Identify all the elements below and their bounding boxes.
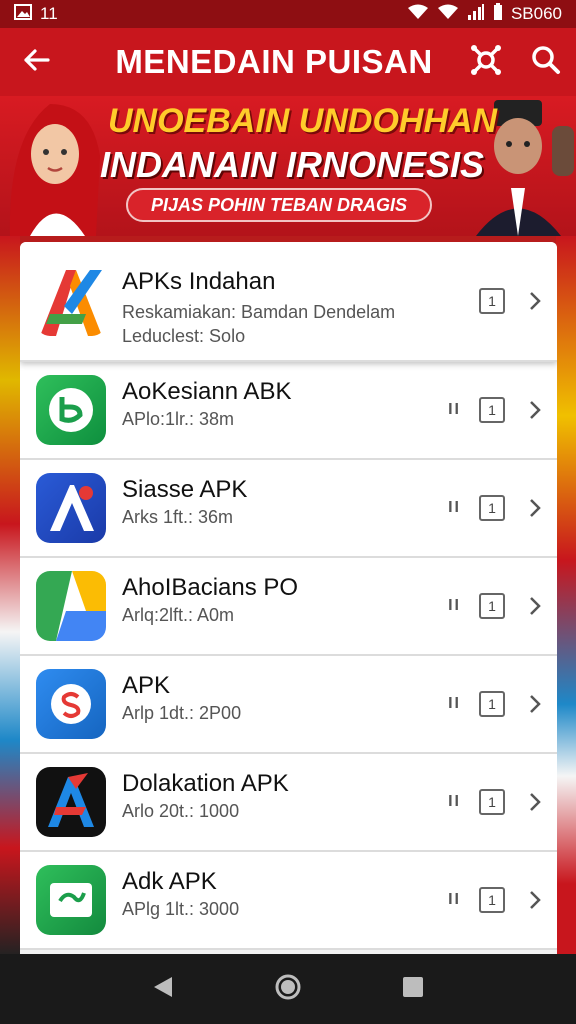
app-icon-a-tricolor [36,266,106,336]
battery-icon [493,2,503,26]
list-item[interactable]: Siasse APK Arks 1ft.: 36m II 1 [20,460,557,558]
count-badge: 1 [479,887,505,913]
count-badge: 1 [479,397,505,423]
list-item[interactable]: Dolakation APK Arlo 20t.: 1000 II 1 [20,754,557,852]
app-name: AhoIBacians PO [122,574,299,601]
banner-headline: UNOEBAIN UNDOHHAN [108,102,498,140]
square-recents-icon [402,976,424,1003]
background-decoration-right [556,236,576,956]
list-item-text: AoKesiann ABK APlo:1lr.: 38m [122,378,447,430]
home-circle-icon [274,973,302,1006]
chevron-right-icon [525,400,545,420]
triangle-back-icon [152,975,174,1004]
app-name: APK [122,672,171,699]
pause-icon[interactable]: II [448,695,461,713]
nav-back-button[interactable] [143,969,183,1009]
app-bar: MENEDAIN PUISAN [0,28,576,96]
pause-icon[interactable]: II [448,401,461,419]
status-right-text: SB060 [510,4,562,23]
banner-subheadline: INDANAIN IRNONESIS [100,144,485,185]
app-meta: Arks 1ft.: 36m [122,507,234,527]
woman-in-hijab-illustration [9,104,101,236]
chevron-right-icon [525,498,545,518]
count-badge: 1 [479,288,505,314]
signal-icon [467,3,485,25]
pause-icon[interactable]: II [448,499,461,517]
nav-home-button[interactable] [268,969,308,1009]
app-icon-dark-a [36,767,106,837]
system-nav-bar [0,954,576,1024]
list-item[interactable]: AhoIBacians PO Arlq:2lft.: A0m II 1 [20,558,557,656]
pause-icon[interactable]: II [448,793,461,811]
pause-icon[interactable]: II [448,891,461,909]
share-button[interactable] [456,28,516,96]
app-name: Dolakation APK [122,770,289,797]
app-list: APKs Indahan Reskamiakan: Bamdan Dendela… [20,242,557,954]
app-name: Adk APK [122,868,217,895]
app-icon-blue-s [36,669,106,739]
count-badge: 1 [479,495,505,521]
list-item-text: AhoIBacians PO Arlq:2lft.: A0m [122,574,447,626]
app-icon-drive [36,571,106,641]
share-network-icon [469,43,503,82]
app-name: APKs Indahan [122,268,276,295]
count-badge: 1 [479,691,505,717]
app-icon-green-b [36,375,106,445]
chevron-right-icon [525,596,545,616]
app-name: Siasse APK [122,476,248,503]
chevron-right-icon [525,291,545,311]
promo-banner[interactable]: UNOEBAIN UNDOHHAN INDANAIN IRNONESIS PIJ… [0,96,576,236]
list-item-text: Siasse APK Arks 1ft.: 36m [122,476,447,528]
list-item-text: Adk APK APlg 1lt.: 3000 [122,868,447,920]
list-item-text: APK Arlp 1dt.: 2P00 [122,672,447,724]
pause-icon[interactable]: II [448,597,461,615]
background-decoration-left [0,236,20,956]
app-meta: Arlo 20t.: 1000 [122,801,240,821]
banner-cta-button[interactable]: PIJAS POHIN TEBAN DRAGIS [126,188,432,222]
chevron-right-icon [525,792,545,812]
chevron-right-icon [525,890,545,910]
list-item[interactable]: APK Arlp 1dt.: 2P00 II 1 [20,656,557,754]
arrow-left-icon [22,48,50,77]
list-item-text: APKs Indahan Reskamiakan: Bamdan Dendela… [122,268,447,347]
status-bar: 11 SB060 [0,0,576,28]
list-item[interactable]: APKs Indahan Reskamiakan: Bamdan Dendela… [20,242,557,362]
search-icon [531,45,561,80]
wifi-icon [407,4,429,25]
app-icon-blue-a [36,473,106,543]
count-badge: 1 [479,789,505,815]
back-button[interactable] [0,28,72,96]
app-meta: APlo:1lr.: 38m [122,409,235,429]
app-icon-green-card [36,865,106,935]
nav-recents-button[interactable] [393,969,433,1009]
app-meta: Leduclest: Solo [122,326,246,346]
app-meta: APlg 1lt.: 3000 [122,899,240,919]
list-item[interactable]: AoKesiann ABK APlo:1lr.: 38m II 1 [20,362,557,460]
status-time: 11 [40,4,58,23]
app-meta: Arlp 1dt.: 2P00 [122,703,242,723]
count-badge: 1 [479,593,505,619]
app-meta: Arlq:2lft.: A0m [122,605,235,625]
gallery-notification-icon [14,3,32,25]
search-button[interactable] [516,28,576,96]
wifi-alt-icon [437,4,459,25]
app-description: Reskamiakan: Bamdan Dendelam [122,302,396,322]
list-item-text: Dolakation APK Arlo 20t.: 1000 [122,770,447,822]
app-name: AoKesiann ABK [122,378,292,405]
page-title: MENEDAIN PUISAN [115,43,433,80]
chevron-right-icon [525,694,545,714]
list-item[interactable]: Adk APK APlg 1lt.: 3000 II 1 [20,852,557,950]
